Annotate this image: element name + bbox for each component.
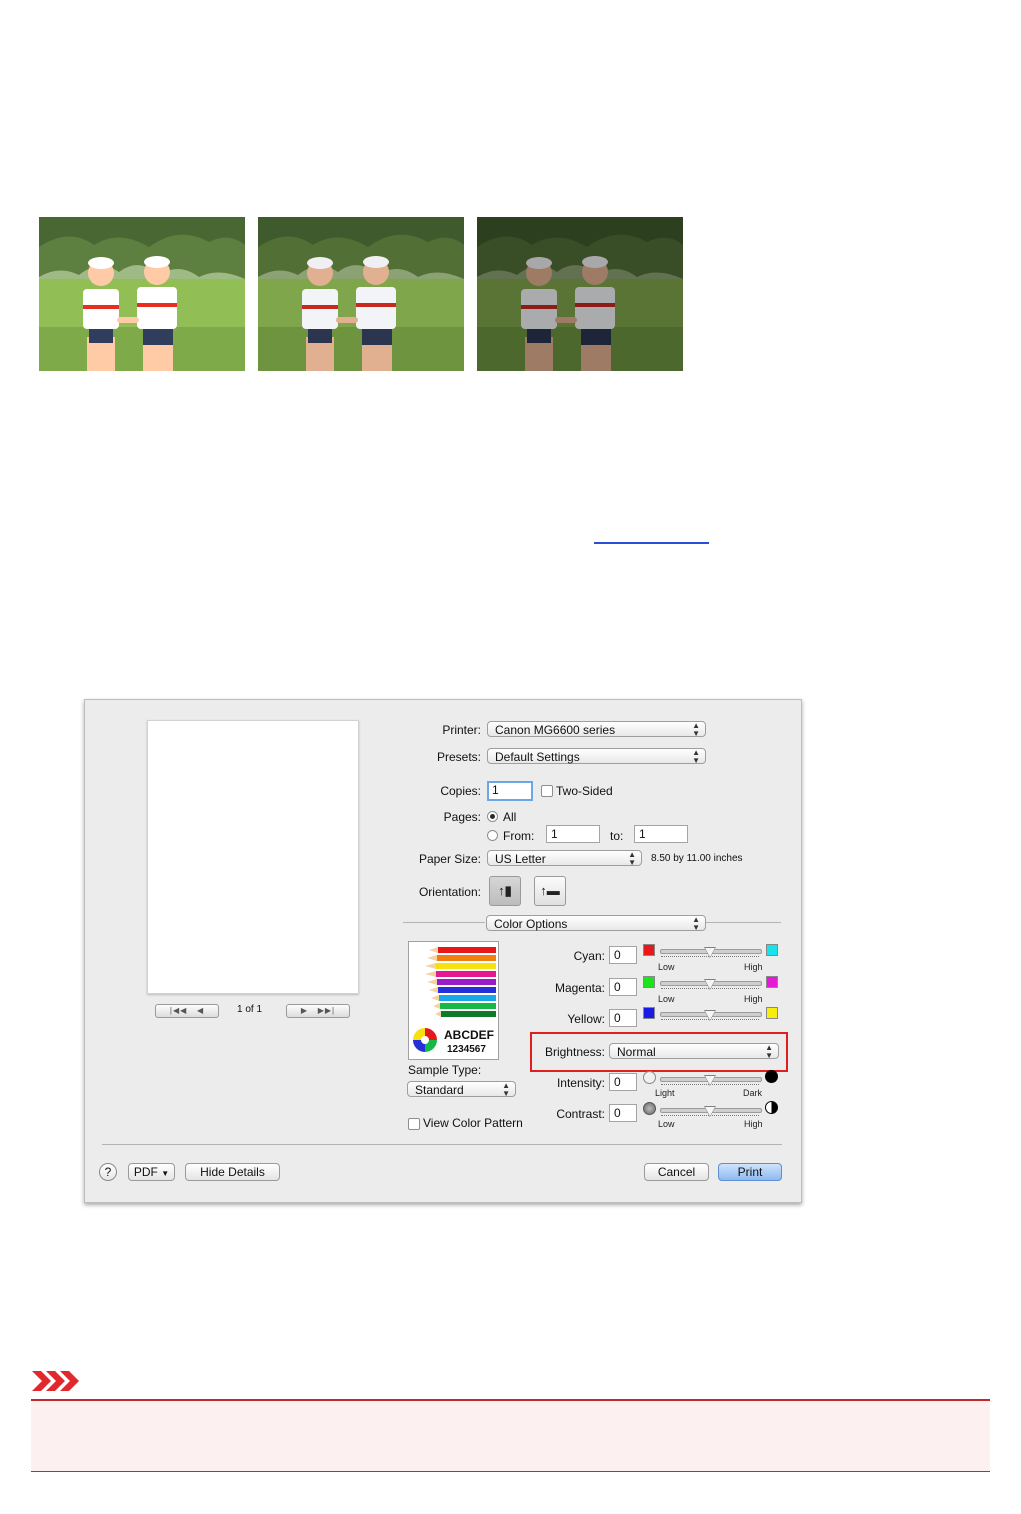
slider-thumb-fill	[705, 1011, 715, 1020]
orientation-label: Orientation:	[418, 885, 481, 899]
cyan-field[interactable]: 0	[609, 946, 637, 964]
print-dialog: |◀◀ ◀ 1 of 1 ▶ ▶▶| Printer: Canon MG6600…	[84, 699, 802, 1203]
pdf-button[interactable]: PDF ▼	[128, 1163, 175, 1181]
section-popup[interactable]: Color Options ▲ ▼	[486, 915, 706, 932]
pager-back-button[interactable]: |◀◀ ◀	[155, 1004, 219, 1018]
slider-thumb-fill	[705, 980, 715, 989]
popup-arrows-icon: ▲ ▼	[692, 915, 700, 932]
magenta-field[interactable]: 0	[609, 978, 637, 996]
photo-normal	[258, 217, 464, 371]
section-value: Color Options	[494, 917, 568, 931]
section-divider	[403, 922, 485, 923]
pager-forward-button[interactable]: ▶ ▶▶|	[286, 1004, 350, 1018]
hide-details-button[interactable]: Hide Details	[185, 1163, 280, 1181]
magenta-swatch	[766, 976, 778, 988]
contrast-high: High	[744, 1119, 763, 1129]
landscape-orientation-button[interactable]: ↑▬	[534, 876, 566, 906]
sample-type-popup[interactable]: Standard ▲ ▼	[407, 1081, 516, 1098]
slider-thumb-fill	[705, 1107, 715, 1116]
slider-thumb-fill	[705, 948, 715, 957]
copies-field[interactable]: 1	[487, 781, 533, 801]
view-color-pattern-label: View Color Pattern	[423, 1116, 523, 1130]
bottom-divider	[102, 1144, 782, 1145]
presets-label: Presets:	[436, 750, 481, 764]
contrast-low: Low	[658, 1119, 675, 1129]
section-divider	[706, 922, 781, 923]
yellow-field[interactable]: 0	[609, 1009, 637, 1027]
landscape-icon: ↑▬	[540, 883, 560, 898]
important-icon	[32, 1371, 79, 1391]
view-color-pattern-checkbox[interactable]	[408, 1118, 420, 1130]
popup-arrows-icon: ▲ ▼	[692, 721, 700, 738]
cyan-swatch	[766, 944, 778, 956]
photo-light	[39, 217, 245, 371]
pdf-label: PDF	[133, 1165, 158, 1179]
dark-circle-icon	[765, 1070, 778, 1083]
pager-text: 1 of 1	[237, 1004, 263, 1015]
high-contrast-icon	[765, 1101, 778, 1114]
important-box	[31, 1401, 990, 1472]
blue-swatch	[643, 1007, 655, 1019]
pages-from-radio[interactable]	[487, 830, 498, 841]
printer-value: Canon MG6600 series	[495, 723, 616, 737]
green-swatch	[643, 976, 655, 988]
light-circle-icon	[643, 1071, 656, 1084]
pages-to-label: to:	[610, 829, 624, 843]
pages-from-field[interactable]: 1	[546, 825, 600, 843]
slider-thumb-fill	[705, 1076, 715, 1085]
page-preview	[147, 720, 359, 994]
print-button[interactable]: Print	[718, 1163, 782, 1181]
cyan-high: High	[744, 962, 763, 972]
two-sided-label: Two-Sided	[556, 784, 613, 798]
cancel-button[interactable]: Cancel	[644, 1163, 709, 1181]
paper-size-value: US Letter	[495, 852, 546, 866]
red-swatch	[643, 944, 655, 956]
magenta-high: High	[744, 994, 763, 1004]
yellow-label: Yellow:	[567, 1012, 605, 1026]
help-button[interactable]: ?	[99, 1163, 117, 1181]
intensity-dark: Dark	[743, 1088, 763, 1098]
printer-popup[interactable]: Canon MG6600 series ▲ ▼	[487, 721, 706, 738]
popup-arrows-icon: ▲ ▼	[692, 748, 700, 765]
two-sided-checkbox[interactable]	[541, 785, 553, 797]
intensity-field[interactable]: 0	[609, 1073, 637, 1091]
portrait-icon: ↑▮	[498, 883, 512, 898]
portrait-orientation-button[interactable]: ↑▮	[489, 876, 521, 906]
pages-to-field[interactable]: 1	[634, 825, 688, 843]
paper-size-dims: 8.50 by 11.00 inches	[651, 853, 743, 864]
intensity-light: Light	[655, 1088, 675, 1098]
copies-label: Copies:	[440, 784, 481, 798]
link-underline[interactable]	[594, 542, 709, 544]
brightness-highlight	[530, 1032, 788, 1072]
presets-popup[interactable]: Default Settings ▲ ▼	[487, 748, 706, 765]
magenta-label: Magenta:	[554, 981, 605, 995]
low-contrast-icon	[643, 1102, 656, 1115]
sample-num: 1234567	[447, 1044, 486, 1055]
color-sample: ABCDEF 1234567	[408, 941, 499, 1060]
pencils-sample-icon: ABCDEF 1234567	[413, 947, 496, 1055]
pages-all-radio[interactable]	[487, 811, 498, 822]
popup-arrows-icon: ▲ ▼	[502, 1081, 510, 1098]
pages-label: Pages:	[443, 810, 481, 824]
magenta-low: Low	[658, 994, 675, 1004]
sample-type-label: Sample Type:	[408, 1063, 482, 1077]
paper-size-label: Paper Size:	[418, 852, 481, 866]
yellow-swatch	[766, 1007, 778, 1019]
photo-dark	[477, 217, 683, 371]
chevron-down-icon: ▼	[161, 1169, 170, 1178]
contrast-label: Contrast:	[556, 1107, 605, 1121]
pages-all-label: All	[503, 810, 517, 824]
paper-size-popup[interactable]: US Letter ▲ ▼	[487, 850, 642, 867]
intensity-label: Intensity:	[556, 1076, 605, 1090]
pages-from-label: From:	[503, 829, 535, 843]
sample-type-value: Standard	[415, 1083, 464, 1097]
contrast-field[interactable]: 0	[609, 1104, 637, 1122]
sample-abc: ABCDEF	[444, 1028, 494, 1042]
cyan-low: Low	[658, 962, 675, 972]
popup-arrows-icon: ▲ ▼	[628, 850, 636, 867]
printer-label: Printer:	[442, 723, 481, 737]
presets-value: Default Settings	[495, 750, 580, 764]
cyan-label: Cyan:	[573, 949, 605, 963]
